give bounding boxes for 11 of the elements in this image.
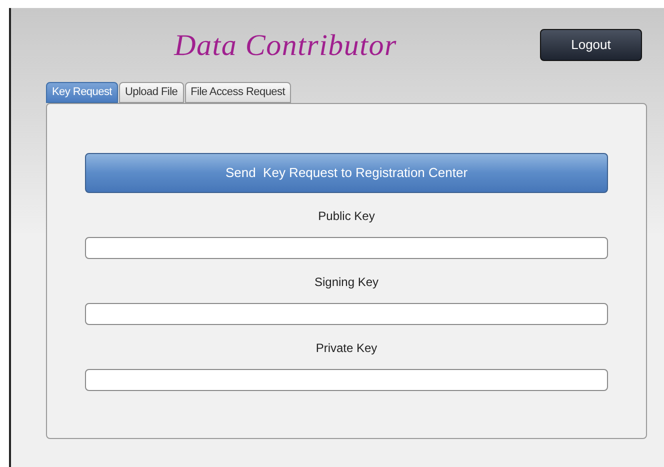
field-label: Signing Key <box>314 274 379 291</box>
logout-button[interactable]: Logout <box>540 29 642 61</box>
field-label: Public Key <box>318 208 375 225</box>
key-field[interactable] <box>85 369 608 391</box>
tab[interactable]: File Access Request <box>184 82 292 103</box>
send-key-request-button[interactable]: Send Key Request to Registration Center <box>85 153 608 193</box>
tab[interactable]: Upload File <box>118 82 184 103</box>
key-field[interactable] <box>85 237 608 259</box>
key-field[interactable] <box>85 303 608 325</box>
field-label: Private Key <box>316 340 378 357</box>
page-title: Data Contributor <box>174 28 397 64</box>
